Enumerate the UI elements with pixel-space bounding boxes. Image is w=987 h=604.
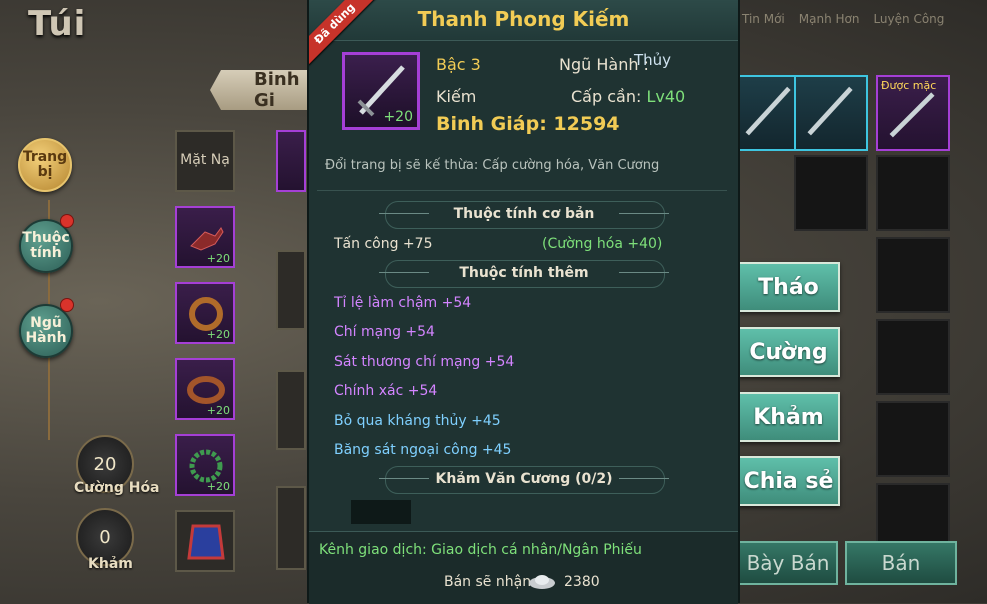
extra-attribute: Sát thương chí mạng +54 [334, 354, 515, 370]
required-level-value: Lv40 [646, 87, 686, 106]
required-level-label: Cấp cần: [571, 87, 647, 106]
tab-stronger[interactable]: Mạnh Hơn [799, 12, 860, 26]
extra-attribute: Băng sát ngoại công +45 [334, 442, 512, 458]
inventory-slot[interactable] [876, 319, 950, 395]
element-value: Thủy [634, 51, 672, 69]
side-tab-equipment[interactable]: Trang bị [18, 138, 72, 192]
side-tab-equipment-label-2: bị [37, 164, 53, 180]
unequip-button[interactable]: Tháo [737, 262, 840, 312]
inlay-button[interactable]: Khảm [737, 392, 840, 442]
inlay-stat-label: Khảm [88, 556, 133, 572]
enhance-plus: +20 [206, 328, 230, 341]
sell-value: 2380 [564, 574, 600, 590]
silver-ingot-icon [529, 575, 555, 589]
item-icon-box: +20 [342, 52, 420, 130]
side-tab-five-elements-label-2: Hành [25, 330, 67, 346]
enhance-bonus: (Cường hóa +40) [542, 236, 663, 252]
enhance-plus: +20 [206, 480, 230, 493]
required-level: Cấp cần: Lv40 [571, 87, 685, 106]
sell-button[interactable]: Bán [845, 541, 957, 585]
notification-dot [60, 298, 74, 312]
equipment-slot-partial[interactable] [276, 250, 306, 330]
equipment-tab[interactable]: Binh Gi [210, 70, 320, 110]
basic-attribute: Tấn công +75 [334, 236, 433, 252]
gem-slot[interactable] [351, 500, 411, 524]
inherit-note: Đổi trang bị sẽ kế thừa: Cấp cường hóa, … [325, 158, 660, 173]
equipment-slot[interactable]: +20 [175, 206, 235, 268]
notification-dot [60, 214, 74, 228]
side-tab-equipment-label-1: Trang [22, 149, 68, 165]
item-tier: Bậc 3 [436, 55, 481, 74]
enhance-stat-value: 20 [93, 453, 117, 475]
inlay-stat-value: 0 [99, 526, 111, 548]
cape-icon [187, 524, 225, 560]
item-enhance-plus: +20 [383, 109, 413, 125]
extra-attribute: Tỉ lệ làm chậm +54 [334, 295, 472, 311]
extra-attributes-title: Thuộc tính thêm [379, 260, 669, 286]
equipment-slot-partial[interactable] [276, 486, 306, 570]
extra-attribute: Chí mạng +54 [334, 324, 435, 340]
enhance-stat-label: Cường Hóa [74, 480, 160, 496]
item-detail-panel: Thanh Phong Kiếm Đã dùng +20 Bậc 3 Ngũ H… [307, 0, 740, 604]
enhance-plus: +20 [206, 404, 230, 417]
equipment-slot[interactable]: +20 [175, 434, 235, 496]
panel-footer: Kênh giao dịch: Giao dịch cá nhân/Ngân P… [309, 531, 738, 604]
side-tab-attributes-label-1: Thuộc [22, 230, 70, 246]
mask-slot[interactable]: Mặt Nạ [175, 130, 235, 192]
item-type: Kiếm [436, 87, 477, 106]
basic-attributes-title: Thuộc tính cơ bản [379, 201, 669, 227]
bag-title: Túi [28, 4, 87, 44]
side-tab-attributes-label-2: tính [30, 245, 62, 261]
divider [317, 190, 727, 191]
sell-label: Bán sẽ nhận: [444, 574, 536, 590]
extra-attribute: Bỏ qua kháng thủy +45 [334, 413, 501, 429]
mask-slot-label: Mặt Nạ [180, 152, 230, 168]
display-sell-button[interactable]: Bày Bán [738, 541, 838, 585]
side-tab-five-elements-label-1: Ngũ [30, 315, 62, 331]
inventory-slot[interactable] [876, 401, 950, 477]
equipment-slot-partial[interactable] [276, 130, 306, 192]
equipment-slot[interactable]: +20 [175, 358, 235, 420]
trade-channel: Kênh giao dịch: Giao dịch cá nhân/Ngân P… [319, 542, 642, 558]
wearable-tag: Được mặc [881, 79, 937, 92]
side-tab-five-elements[interactable]: Ngũ Hành [19, 304, 73, 358]
share-button[interactable]: Chia sẻ [737, 456, 840, 506]
tab-training[interactable]: Luyện Công [873, 12, 944, 26]
inventory-slot[interactable] [794, 155, 868, 231]
item-power: Binh Giáp: 12594 [436, 113, 620, 135]
enhance-button[interactable]: Cường [737, 327, 840, 377]
top-tabs: Tin Mới Mạnh Hơn Luyện Công [742, 12, 944, 26]
inventory-slot[interactable] [876, 155, 950, 231]
enhance-plus: +20 [206, 252, 230, 265]
inventory-slot[interactable]: Được mặc [876, 75, 950, 151]
inventory-slot[interactable] [876, 237, 950, 313]
extra-attribute: Chính xác +54 [334, 383, 438, 399]
inventory-slot[interactable] [794, 75, 868, 151]
tab-news[interactable]: Tin Mới [742, 12, 785, 26]
sword-icon [807, 86, 853, 136]
gem-inlay-title: Khảm Văn Cương (0/2) [379, 466, 669, 492]
equipment-slot[interactable]: +20 [175, 282, 235, 344]
equipment-slot-partial[interactable] [276, 370, 306, 450]
equipment-slot[interactable] [175, 510, 235, 572]
